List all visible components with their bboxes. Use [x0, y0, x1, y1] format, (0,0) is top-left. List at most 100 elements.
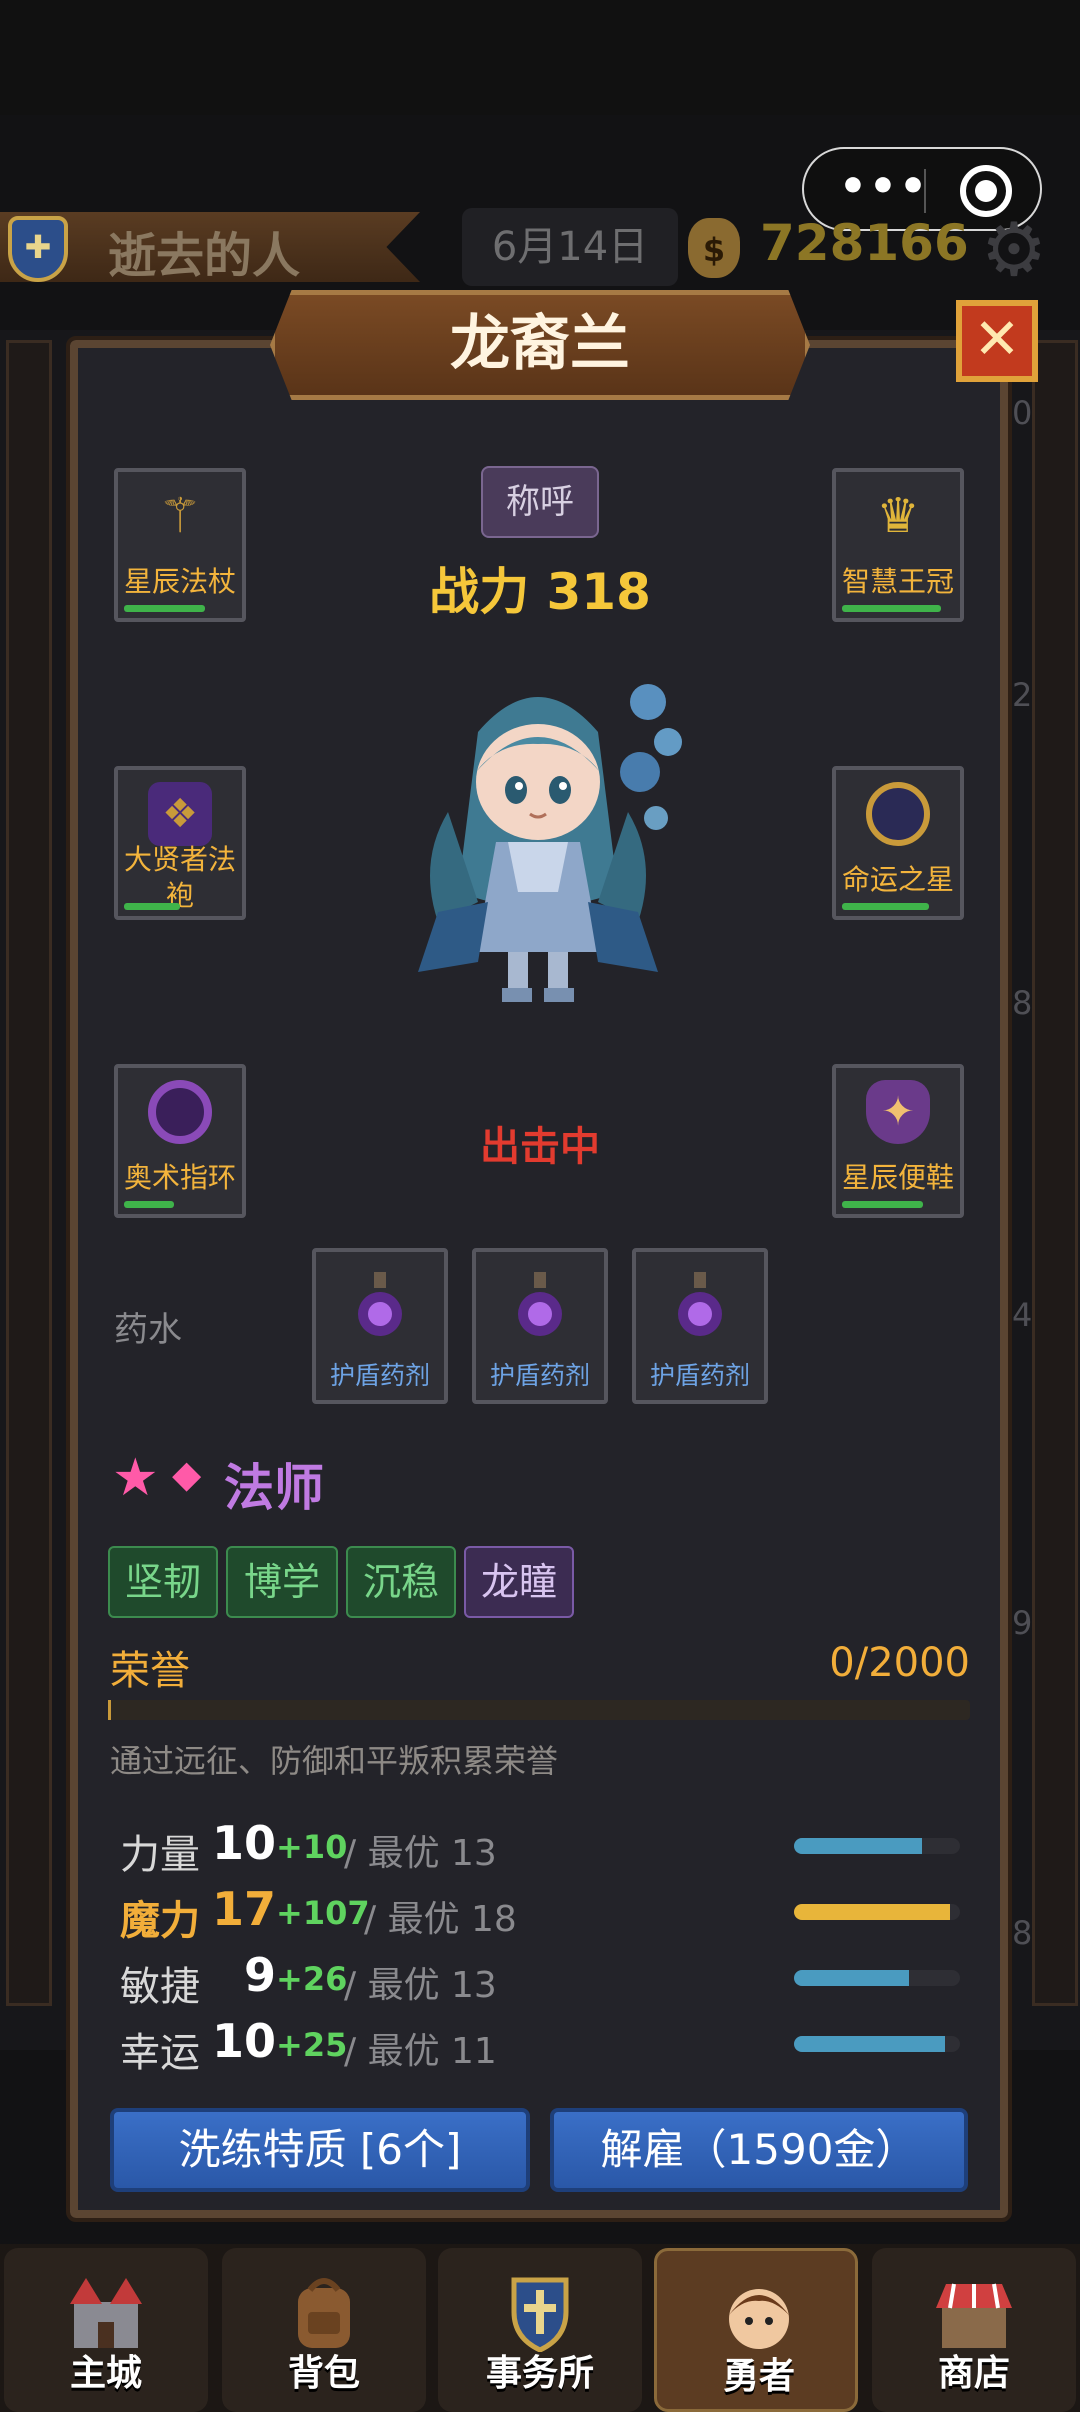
stat-value: 10	[211, 2014, 276, 2068]
equip-label: 智慧王冠	[841, 565, 954, 598]
stat-bonus: +10	[276, 1828, 348, 1866]
honor-progress-bar	[108, 1700, 970, 1720]
stat-bar-fill	[794, 1838, 922, 1854]
nav-item-main-city[interactable]: 主城	[4, 2248, 208, 2412]
equip-slot-body[interactable]: ❖ 大贤者法袍	[114, 766, 246, 920]
hero-portrait	[418, 684, 682, 1002]
stat-name: 幸运	[120, 2030, 200, 2076]
dismiss-hero-button[interactable]: 解雇（1590金）	[550, 2108, 968, 2192]
nav-label: 主城	[69, 2353, 142, 2394]
background-text: 4	[1012, 1296, 1033, 1334]
stat-value: 9	[243, 1948, 276, 2002]
castle-icon	[70, 2278, 142, 2348]
shield-icon: ✚	[8, 216, 68, 282]
trait-tag[interactable]: 坚韧	[108, 1546, 218, 1618]
ring-icon	[148, 1080, 212, 1144]
player-name: 逝去的人	[108, 228, 301, 284]
stat-name: 魔力	[120, 1898, 200, 1944]
backpack-icon	[298, 2278, 350, 2348]
left-edge-decoration	[6, 340, 52, 2006]
background-text: 9	[1012, 1604, 1033, 1642]
nav-item-shop[interactable]: 商店	[872, 2248, 1076, 2412]
equip-slot-head[interactable]: ♛ 智慧王冠	[832, 468, 964, 622]
background-text: 8	[1012, 1914, 1033, 1952]
durability-bar	[124, 1201, 174, 1208]
boots-icon: ✦	[866, 1080, 930, 1144]
stat-bar-fill	[794, 2036, 945, 2052]
nav-label: 商店	[937, 2353, 1010, 2394]
hero-name-title: 龙裔兰	[450, 309, 630, 379]
durability-bar	[842, 903, 929, 910]
stat-bar	[794, 1970, 960, 1986]
equip-label: 奥术指环	[123, 1161, 236, 1194]
equip-slot-amulet[interactable]: 命运之星	[832, 766, 964, 920]
stat-bar-fill	[794, 1904, 950, 1920]
star-icon: ★	[112, 1448, 159, 1508]
nav-item-backpack[interactable]: 背包	[222, 2248, 426, 2412]
stat-bonus: +107	[276, 1894, 370, 1932]
equip-slot-weapon[interactable]: ⚚ 星辰法杖	[114, 468, 246, 622]
potion-slot[interactable]: 护盾药剂	[632, 1248, 768, 1404]
stat-bar	[794, 2036, 960, 2052]
robe-icon: ❖	[148, 782, 212, 846]
gold-amount: 728166	[760, 214, 969, 272]
potion-bottle-icon	[358, 1272, 402, 1336]
stat-value: 10	[211, 1816, 276, 1870]
hero-class: 法师	[224, 1459, 324, 1517]
shield-icon	[511, 2277, 569, 2352]
nav-item-heroes[interactable]: 勇者	[654, 2248, 858, 2412]
hero-face-icon	[729, 2289, 789, 2349]
potion-slot[interactable]: 护盾药剂	[472, 1248, 608, 1404]
durability-bar	[124, 605, 205, 612]
equip-label: 星辰便鞋	[841, 1161, 954, 1194]
trait-tag[interactable]: 博学	[226, 1546, 338, 1618]
equip-slot-ring[interactable]: 奥术指环	[114, 1064, 246, 1218]
stat-name: 力量	[120, 1832, 200, 1878]
trait-tag[interactable]: 沉稳	[346, 1546, 456, 1618]
game-date: 6月14日	[462, 208, 678, 286]
durability-bar	[842, 1201, 923, 1208]
trait-tag[interactable]: 龙瞳	[464, 1546, 574, 1618]
title-button[interactable]: 称呼	[481, 466, 599, 538]
durability-bar	[124, 903, 180, 910]
honor-label: 荣誉	[110, 1648, 190, 1694]
stat-best: / 最优 11	[344, 2031, 497, 2072]
right-edge-decoration	[1032, 340, 1078, 2006]
potion-bottle-icon	[678, 1272, 722, 1336]
stat-bar-fill	[794, 1970, 909, 1986]
stat-value: 17	[211, 1882, 276, 1936]
equip-label: 星辰法杖	[123, 565, 236, 598]
retrain-traits-button[interactable]: 洗练特质 [6个]	[110, 2108, 530, 2192]
potion-label: 护盾药剂	[329, 1361, 430, 1390]
gear-icon[interactable]: ⚙	[976, 212, 1052, 288]
stat-best: / 最优 13	[344, 1833, 497, 1874]
potion-label: 护盾药剂	[649, 1361, 750, 1390]
close-button[interactable]: ✕	[956, 300, 1038, 382]
honor-value: 0/2000	[829, 1640, 970, 1686]
stat-best: / 最优 13	[344, 1965, 497, 2006]
stat-bar	[794, 1838, 960, 1854]
equip-label: 命运之星	[841, 863, 954, 896]
status-bar	[0, 0, 1080, 115]
more-menu-icon[interactable]: •••	[834, 165, 934, 215]
nav-item-office[interactable]: 事务所	[438, 2248, 642, 2412]
capsule-divider	[924, 169, 926, 213]
potion-label: 护盾药剂	[489, 1361, 590, 1390]
amulet-icon	[866, 782, 930, 846]
nav-label: 事务所	[485, 2353, 594, 2394]
potion-section-label: 药水	[114, 1310, 182, 1350]
honor-progress-fill	[108, 1700, 111, 1720]
equip-slot-feet[interactable]: ✦ 星辰便鞋	[832, 1064, 964, 1218]
background-text: 0	[1012, 394, 1033, 432]
combat-power: 战力 318	[429, 563, 651, 621]
stat-bonus: +26	[276, 1960, 348, 1998]
durability-bar	[842, 605, 941, 612]
potion-slot[interactable]: 护盾药剂	[312, 1248, 448, 1404]
stat-bonus: +25	[276, 2026, 348, 2064]
stat-name: 敏捷	[120, 1964, 200, 2010]
stat-best: / 最优 18	[364, 1899, 517, 1940]
staff-icon: ⚚	[158, 488, 202, 544]
deploy-status: 出击中	[480, 1124, 600, 1170]
shop-icon	[936, 2283, 1012, 2348]
background-text: 8	[1012, 984, 1033, 1022]
